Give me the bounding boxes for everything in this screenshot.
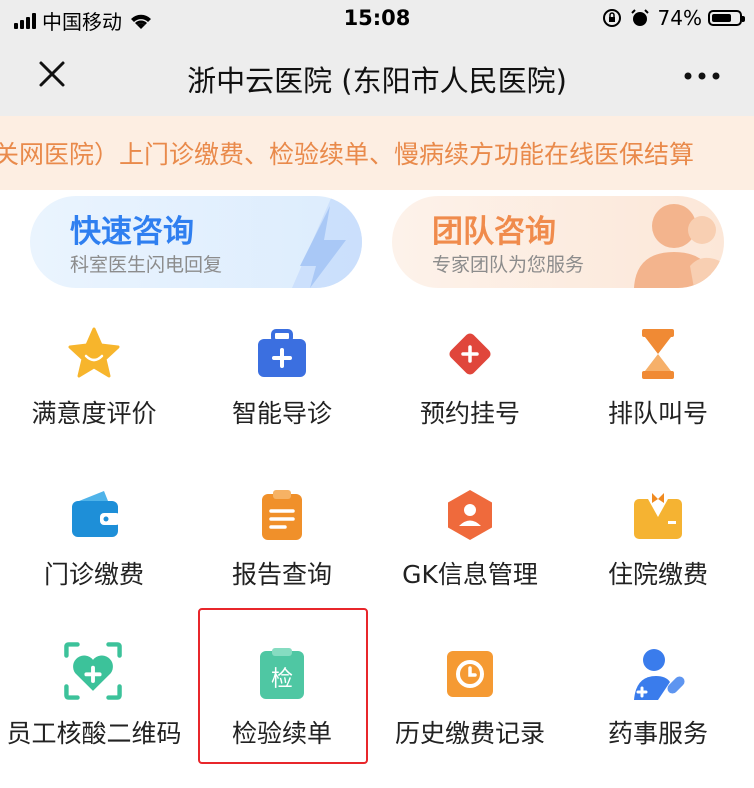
lightning-icon: [292, 196, 362, 288]
nav-bar: 浙中云医院 (东阳市人民医院): [0, 38, 754, 116]
team-consult-subtitle: 专家团队为您服务: [432, 254, 585, 276]
team-consult-title: 团队咨询: [432, 214, 556, 250]
battery-icon: [708, 10, 745, 26]
more-icon[interactable]: [678, 56, 726, 92]
page-title: 浙中云医院 (东阳市人民医院): [187, 64, 567, 98]
clipboard-icon: [262, 490, 302, 540]
fast-consult-subtitle: 科室医生闪电回复: [70, 254, 223, 276]
team-icon: [634, 204, 722, 288]
fast-consult-banner[interactable]: 快速咨询 科室医生闪电回复: [30, 196, 362, 288]
grid-label: 住院缴费: [607, 560, 708, 589]
staff-uniform-icon: [634, 493, 682, 539]
clock-icon: [447, 651, 493, 697]
fast-consult-title: 快速咨询: [70, 214, 194, 250]
star-icon: [68, 327, 120, 378]
team-consult-banner[interactable]: 团队咨询 专家团队为您服务: [392, 196, 724, 288]
grid-label: 排队叫号: [607, 399, 708, 428]
wallet-icon: [72, 491, 120, 537]
alarm-icon: [630, 9, 649, 26]
notice-marquee[interactable]: 关网医院）上门诊缴费、检验续单、慢病续方功能在线医保结算: [0, 116, 754, 190]
lab-icon-text: 检: [271, 667, 293, 692]
hourglass-icon: [642, 329, 674, 379]
notice-text: 关网医院）上门诊缴费、检验续单、慢病续方功能在线医保结算: [0, 140, 695, 169]
battery-percent: 74%: [657, 6, 702, 30]
diamond-plus-icon: [449, 333, 491, 375]
pharmacist-icon: [634, 649, 685, 700]
lab-clipboard-icon: 检: [260, 648, 304, 699]
grid-label: 药事服务: [607, 719, 708, 748]
rotation-lock-icon: [602, 9, 621, 27]
user-hexagon-icon: [448, 490, 492, 540]
medical-kit-icon: [258, 329, 306, 377]
status-bar: 中国移动 15:08 74%: [0, 0, 754, 38]
heart-scan-icon: [64, 642, 122, 700]
